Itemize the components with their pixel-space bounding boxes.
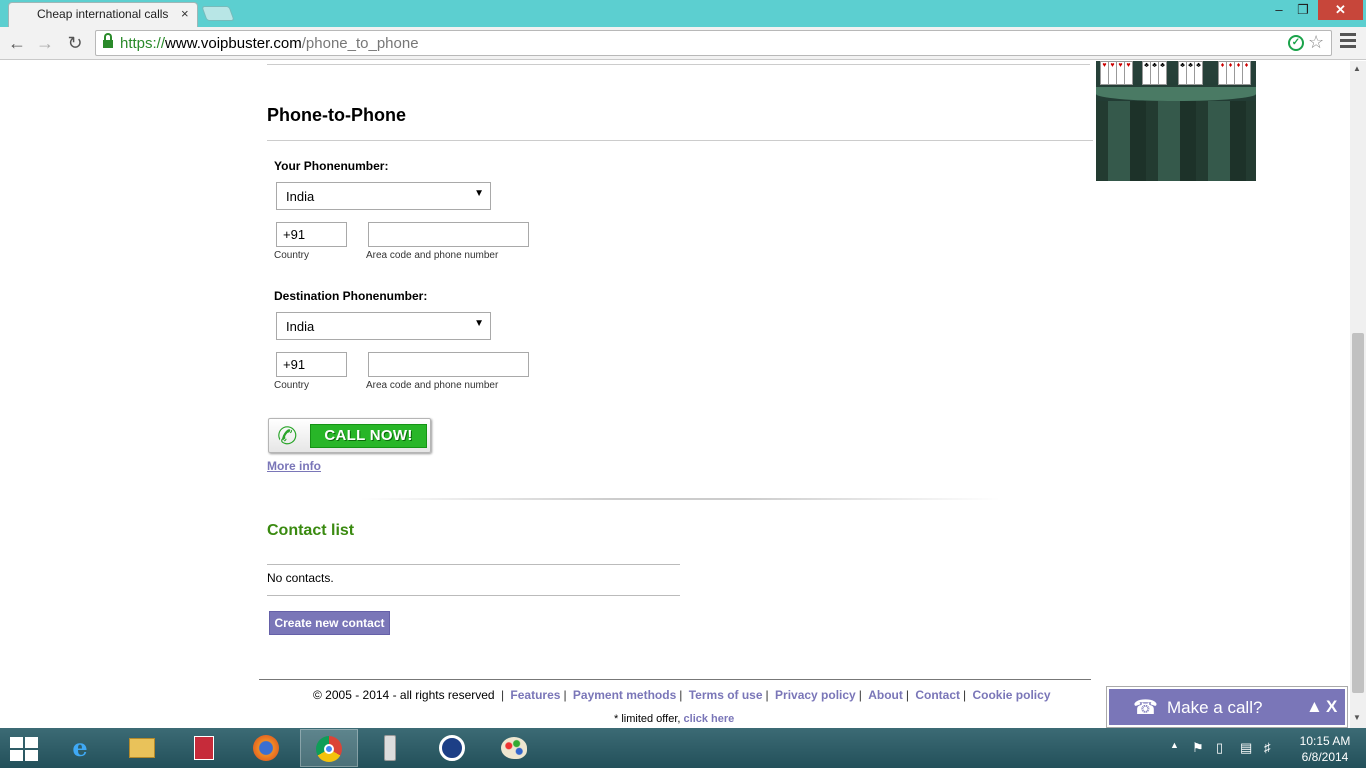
limited-offer: * limited offer, click here bbox=[614, 713, 734, 725]
internet-explorer-icon: e bbox=[72, 733, 88, 762]
contact-list-heading: Contact list bbox=[267, 522, 355, 539]
telephone-icon: ☎ bbox=[1133, 697, 1158, 719]
address-bar[interactable]: https://www.voipbuster.com/phone_to_phon… bbox=[95, 30, 1332, 56]
dropdown-arrow-icon: ▼ bbox=[474, 188, 484, 199]
footer-link-terms[interactable]: Terms of use bbox=[689, 688, 763, 702]
call-now-label: CALL NOW! bbox=[310, 424, 427, 448]
phone-caption: Area code and phone number bbox=[366, 380, 499, 391]
your-country-select[interactable]: India ▼ bbox=[276, 182, 491, 210]
divider bbox=[267, 64, 1090, 65]
your-country-code-input[interactable] bbox=[276, 222, 347, 247]
divider bbox=[360, 498, 1000, 500]
firefox-icon bbox=[251, 734, 281, 762]
footer-links: © 2005 - 2014 - all rights reserved | Fe… bbox=[313, 688, 1051, 702]
country-caption: Country bbox=[274, 250, 310, 261]
bookmark-star-icon[interactable]: ☆ bbox=[1308, 32, 1324, 53]
page-scrollbar[interactable]: ▲ ▼ bbox=[1350, 61, 1366, 728]
back-arrow-icon[interactable]: ← bbox=[6, 32, 28, 54]
windows-taskbar: e ▲ ⚑ ▯ ▤ ♯ 10:15 AM 6/8/2014 bbox=[0, 728, 1366, 768]
reader-book-icon bbox=[189, 734, 219, 762]
folder-icon bbox=[127, 734, 157, 762]
chrome-menu-icon[interactable] bbox=[1340, 33, 1356, 53]
minimize-button[interactable]: – bbox=[1268, 0, 1290, 20]
no-contacts-text: No contacts. bbox=[267, 571, 334, 585]
maximize-button[interactable]: ❐ bbox=[1292, 0, 1314, 20]
footer-divider bbox=[259, 679, 1091, 680]
offer-click-here-link[interactable]: click here bbox=[684, 713, 735, 725]
phone-handset-icon: ✆ bbox=[274, 421, 300, 452]
show-hidden-icons-arrow[interactable]: ▲ bbox=[1170, 740, 1179, 750]
expand-arrow-icon[interactable]: ▲ bbox=[1306, 697, 1323, 717]
make-a-call-label[interactable]: Make a call? bbox=[1167, 698, 1262, 718]
destination-phone-number-input[interactable] bbox=[368, 352, 529, 377]
offer-text: * limited offer, bbox=[614, 713, 681, 725]
footer-link-features[interactable]: Features bbox=[510, 688, 560, 702]
scroll-up-arrow-icon[interactable]: ▲ bbox=[1353, 64, 1361, 73]
start-button-icon[interactable] bbox=[10, 737, 40, 761]
mobile-phone-icon bbox=[375, 734, 405, 762]
footer-link-about[interactable]: About bbox=[868, 688, 903, 702]
destination-country-select[interactable]: India ▼ bbox=[276, 312, 491, 340]
taskbar-internet-explorer[interactable]: e bbox=[52, 729, 110, 767]
browser-toolbar: ← → ↻ https://www.voipbuster.com/phone_t… bbox=[0, 27, 1366, 60]
new-tab-button[interactable] bbox=[201, 6, 235, 21]
make-a-call-widget[interactable]: ☎ Make a call? ▲ X bbox=[1107, 687, 1347, 727]
taskbar-paint[interactable] bbox=[486, 729, 544, 767]
taskbar-chrome[interactable] bbox=[300, 729, 358, 767]
taskbar-cyberlink[interactable] bbox=[424, 729, 482, 767]
taskbar-file-explorer[interactable] bbox=[114, 729, 172, 767]
page-content: Phone-to-Phone Your Phonenumber: India ▼… bbox=[0, 61, 1350, 728]
footer-link-contact[interactable]: Contact bbox=[915, 688, 960, 702]
clock-date: 6/8/2014 bbox=[1301, 750, 1349, 764]
divider bbox=[267, 595, 680, 596]
destination-phone-label: Destination Phonenumber: bbox=[274, 289, 428, 303]
system-clock[interactable]: 10:15 AM 6/8/2014 bbox=[1290, 733, 1360, 765]
taskbar-phone-app[interactable] bbox=[362, 729, 420, 767]
url-text[interactable]: https://www.voipbuster.com/phone_to_phon… bbox=[120, 35, 419, 52]
divider bbox=[267, 564, 680, 565]
footer-link-privacy[interactable]: Privacy policy bbox=[775, 688, 856, 702]
action-center-flag-icon[interactable]: ⚑ bbox=[1192, 740, 1204, 756]
footer-link-payment-methods[interactable]: Payment methods bbox=[573, 688, 676, 702]
phone-caption: Area code and phone number bbox=[366, 250, 499, 261]
forward-arrow-icon[interactable]: → bbox=[34, 32, 56, 54]
extension-check-icon[interactable]: ✓ bbox=[1288, 35, 1304, 51]
browser-tab[interactable]: Cheap international calls × bbox=[8, 2, 198, 27]
scroll-down-arrow-icon[interactable]: ▼ bbox=[1353, 713, 1361, 722]
volume-icon[interactable]: ♯ bbox=[1264, 740, 1271, 755]
paint-palette-icon bbox=[499, 734, 529, 762]
power-icon[interactable]: ▯ bbox=[1216, 740, 1223, 756]
close-window-button[interactable]: ✕ bbox=[1318, 0, 1363, 20]
country-caption: Country bbox=[274, 380, 310, 391]
cyberlink-icon bbox=[437, 734, 467, 762]
chrome-icon bbox=[314, 735, 344, 763]
taskbar-firefox[interactable] bbox=[238, 729, 296, 767]
your-phone-number-input[interactable] bbox=[368, 222, 529, 247]
your-phone-label: Your Phonenumber: bbox=[274, 159, 389, 173]
more-info-link[interactable]: More info bbox=[267, 459, 321, 473]
destination-country-code-input[interactable] bbox=[276, 352, 347, 377]
lock-icon bbox=[103, 33, 113, 49]
dropdown-arrow-icon: ▼ bbox=[474, 318, 484, 329]
taskbar-reader[interactable] bbox=[176, 729, 234, 767]
scrollbar-thumb[interactable] bbox=[1352, 333, 1364, 693]
network-icon[interactable]: ▤ bbox=[1240, 740, 1252, 756]
page-title: Phone-to-Phone bbox=[267, 105, 406, 125]
browser-titlebar: Cheap international calls × – ❐ ✕ bbox=[0, 0, 1366, 27]
divider bbox=[267, 140, 1093, 141]
tab-close-icon[interactable]: × bbox=[181, 6, 189, 21]
footer-link-cookie-policy[interactable]: Cookie policy bbox=[972, 688, 1050, 702]
tab-title: Cheap international calls bbox=[37, 7, 169, 21]
clock-time: 10:15 AM bbox=[1299, 734, 1351, 748]
card-game-ad-image[interactable]: ♥ ♥ ♥ ♥ ♣ ♣ ♣ ♣ ♣ ♣ ♦ ♦ ♦ ♦ bbox=[1096, 61, 1256, 181]
call-now-button[interactable]: ✆ CALL NOW! bbox=[268, 418, 431, 453]
copyright-text: © 2005 - 2014 - all rights reserved bbox=[313, 688, 495, 702]
widget-close-button[interactable]: X bbox=[1326, 697, 1337, 717]
reload-icon[interactable]: ↻ bbox=[64, 32, 86, 54]
create-new-contact-button[interactable]: Create new contact bbox=[269, 611, 390, 635]
